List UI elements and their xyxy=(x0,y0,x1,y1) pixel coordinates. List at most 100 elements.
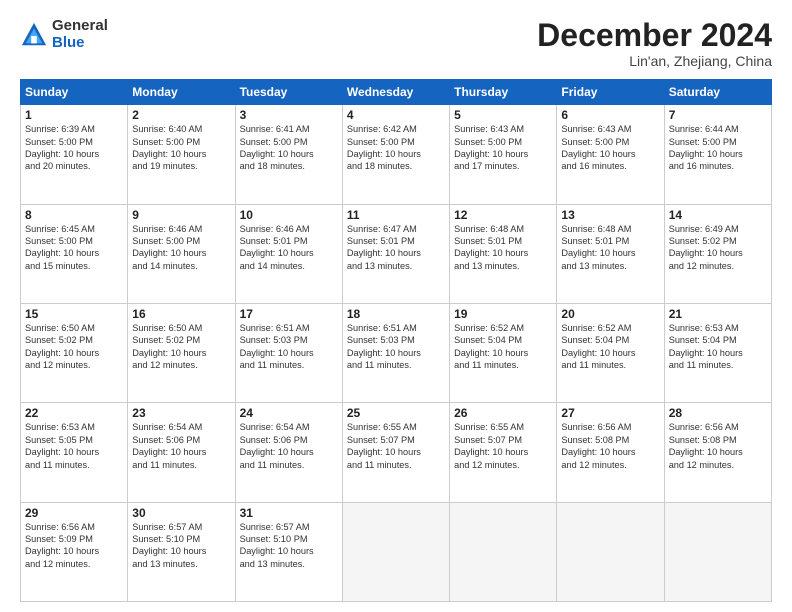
logo-icon xyxy=(20,21,48,49)
day-info: Sunrise: 6:56 AM Sunset: 5:08 PM Dayligh… xyxy=(669,421,767,471)
day-number: 16 xyxy=(132,307,230,321)
day-info: Sunrise: 6:56 AM Sunset: 5:09 PM Dayligh… xyxy=(25,521,123,571)
day-cell: 16Sunrise: 6:50 AM Sunset: 5:02 PM Dayli… xyxy=(128,303,235,402)
day-cell: 19Sunrise: 6:52 AM Sunset: 5:04 PM Dayli… xyxy=(450,303,557,402)
logo-blue: Blue xyxy=(52,34,85,51)
header-saturday: Saturday xyxy=(664,80,771,105)
day-info: Sunrise: 6:57 AM Sunset: 5:10 PM Dayligh… xyxy=(132,521,230,571)
day-info: Sunrise: 6:47 AM Sunset: 5:01 PM Dayligh… xyxy=(347,223,445,273)
day-cell: 28Sunrise: 6:56 AM Sunset: 5:08 PM Dayli… xyxy=(664,403,771,502)
day-number: 11 xyxy=(347,208,445,222)
day-number: 12 xyxy=(454,208,552,222)
location: Lin'an, Zhejiang, China xyxy=(537,53,772,69)
day-info: Sunrise: 6:51 AM Sunset: 5:03 PM Dayligh… xyxy=(240,322,338,372)
day-number: 19 xyxy=(454,307,552,321)
day-cell: 8Sunrise: 6:45 AM Sunset: 5:00 PM Daylig… xyxy=(21,204,128,303)
week-row-4: 22Sunrise: 6:53 AM Sunset: 5:05 PM Dayli… xyxy=(21,403,772,502)
day-cell: 29Sunrise: 6:56 AM Sunset: 5:09 PM Dayli… xyxy=(21,502,128,601)
day-info: Sunrise: 6:53 AM Sunset: 5:04 PM Dayligh… xyxy=(669,322,767,372)
day-info: Sunrise: 6:54 AM Sunset: 5:06 PM Dayligh… xyxy=(132,421,230,471)
day-info: Sunrise: 6:55 AM Sunset: 5:07 PM Dayligh… xyxy=(347,421,445,471)
day-cell: 15Sunrise: 6:50 AM Sunset: 5:02 PM Dayli… xyxy=(21,303,128,402)
day-cell: 18Sunrise: 6:51 AM Sunset: 5:03 PM Dayli… xyxy=(342,303,449,402)
day-cell xyxy=(557,502,664,601)
day-number: 31 xyxy=(240,506,338,520)
day-info: Sunrise: 6:52 AM Sunset: 5:04 PM Dayligh… xyxy=(454,322,552,372)
day-info: Sunrise: 6:43 AM Sunset: 5:00 PM Dayligh… xyxy=(561,123,659,173)
day-number: 10 xyxy=(240,208,338,222)
calendar-header-row: Sunday Monday Tuesday Wednesday Thursday… xyxy=(21,80,772,105)
day-cell: 7Sunrise: 6:44 AM Sunset: 5:00 PM Daylig… xyxy=(664,105,771,204)
day-number: 1 xyxy=(25,108,123,122)
day-number: 26 xyxy=(454,406,552,420)
day-info: Sunrise: 6:49 AM Sunset: 5:02 PM Dayligh… xyxy=(669,223,767,273)
logo-general: General xyxy=(52,17,108,34)
day-info: Sunrise: 6:42 AM Sunset: 5:00 PM Dayligh… xyxy=(347,123,445,173)
day-cell: 9Sunrise: 6:46 AM Sunset: 5:00 PM Daylig… xyxy=(128,204,235,303)
day-info: Sunrise: 6:48 AM Sunset: 5:01 PM Dayligh… xyxy=(454,223,552,273)
header-tuesday: Tuesday xyxy=(235,80,342,105)
day-number: 27 xyxy=(561,406,659,420)
day-info: Sunrise: 6:46 AM Sunset: 5:01 PM Dayligh… xyxy=(240,223,338,273)
day-info: Sunrise: 6:45 AM Sunset: 5:00 PM Dayligh… xyxy=(25,223,123,273)
day-info: Sunrise: 6:39 AM Sunset: 5:00 PM Dayligh… xyxy=(25,123,123,173)
day-info: Sunrise: 6:52 AM Sunset: 5:04 PM Dayligh… xyxy=(561,322,659,372)
day-number: 17 xyxy=(240,307,338,321)
day-cell: 31Sunrise: 6:57 AM Sunset: 5:10 PM Dayli… xyxy=(235,502,342,601)
day-info: Sunrise: 6:43 AM Sunset: 5:00 PM Dayligh… xyxy=(454,123,552,173)
day-number: 6 xyxy=(561,108,659,122)
day-cell: 12Sunrise: 6:48 AM Sunset: 5:01 PM Dayli… xyxy=(450,204,557,303)
day-cell xyxy=(664,502,771,601)
day-info: Sunrise: 6:51 AM Sunset: 5:03 PM Dayligh… xyxy=(347,322,445,372)
day-cell: 22Sunrise: 6:53 AM Sunset: 5:05 PM Dayli… xyxy=(21,403,128,502)
day-info: Sunrise: 6:57 AM Sunset: 5:10 PM Dayligh… xyxy=(240,521,338,571)
day-cell: 30Sunrise: 6:57 AM Sunset: 5:10 PM Dayli… xyxy=(128,502,235,601)
day-cell xyxy=(450,502,557,601)
calendar-table: Sunday Monday Tuesday Wednesday Thursday… xyxy=(20,79,772,602)
day-cell: 27Sunrise: 6:56 AM Sunset: 5:08 PM Dayli… xyxy=(557,403,664,502)
day-cell: 20Sunrise: 6:52 AM Sunset: 5:04 PM Dayli… xyxy=(557,303,664,402)
month-title: December 2024 xyxy=(537,18,772,53)
day-number: 3 xyxy=(240,108,338,122)
day-info: Sunrise: 6:54 AM Sunset: 5:06 PM Dayligh… xyxy=(240,421,338,471)
week-row-5: 29Sunrise: 6:56 AM Sunset: 5:09 PM Dayli… xyxy=(21,502,772,601)
day-info: Sunrise: 6:48 AM Sunset: 5:01 PM Dayligh… xyxy=(561,223,659,273)
day-number: 25 xyxy=(347,406,445,420)
day-cell: 17Sunrise: 6:51 AM Sunset: 5:03 PM Dayli… xyxy=(235,303,342,402)
day-number: 4 xyxy=(347,108,445,122)
day-cell: 21Sunrise: 6:53 AM Sunset: 5:04 PM Dayli… xyxy=(664,303,771,402)
day-cell: 6Sunrise: 6:43 AM Sunset: 5:00 PM Daylig… xyxy=(557,105,664,204)
day-number: 2 xyxy=(132,108,230,122)
header-sunday: Sunday xyxy=(21,80,128,105)
day-number: 24 xyxy=(240,406,338,420)
week-row-3: 15Sunrise: 6:50 AM Sunset: 5:02 PM Dayli… xyxy=(21,303,772,402)
logo-text: General Blue xyxy=(52,18,108,51)
header-monday: Monday xyxy=(128,80,235,105)
day-cell xyxy=(342,502,449,601)
day-cell: 3Sunrise: 6:41 AM Sunset: 5:00 PM Daylig… xyxy=(235,105,342,204)
day-info: Sunrise: 6:56 AM Sunset: 5:08 PM Dayligh… xyxy=(561,421,659,471)
day-info: Sunrise: 6:50 AM Sunset: 5:02 PM Dayligh… xyxy=(132,322,230,372)
day-number: 8 xyxy=(25,208,123,222)
header: General Blue December 2024 Lin'an, Zheji… xyxy=(20,18,772,69)
day-cell: 24Sunrise: 6:54 AM Sunset: 5:06 PM Dayli… xyxy=(235,403,342,502)
day-cell: 2Sunrise: 6:40 AM Sunset: 5:00 PM Daylig… xyxy=(128,105,235,204)
day-number: 28 xyxy=(669,406,767,420)
day-info: Sunrise: 6:40 AM Sunset: 5:00 PM Dayligh… xyxy=(132,123,230,173)
day-cell: 13Sunrise: 6:48 AM Sunset: 5:01 PM Dayli… xyxy=(557,204,664,303)
header-thursday: Thursday xyxy=(450,80,557,105)
week-row-1: 1Sunrise: 6:39 AM Sunset: 5:00 PM Daylig… xyxy=(21,105,772,204)
day-info: Sunrise: 6:41 AM Sunset: 5:00 PM Dayligh… xyxy=(240,123,338,173)
day-cell: 1Sunrise: 6:39 AM Sunset: 5:00 PM Daylig… xyxy=(21,105,128,204)
day-cell: 10Sunrise: 6:46 AM Sunset: 5:01 PM Dayli… xyxy=(235,204,342,303)
day-number: 29 xyxy=(25,506,123,520)
day-info: Sunrise: 6:53 AM Sunset: 5:05 PM Dayligh… xyxy=(25,421,123,471)
header-wednesday: Wednesday xyxy=(342,80,449,105)
day-info: Sunrise: 6:55 AM Sunset: 5:07 PM Dayligh… xyxy=(454,421,552,471)
day-number: 20 xyxy=(561,307,659,321)
logo: General Blue xyxy=(20,18,108,51)
title-block: December 2024 Lin'an, Zhejiang, China xyxy=(537,18,772,69)
day-cell: 14Sunrise: 6:49 AM Sunset: 5:02 PM Dayli… xyxy=(664,204,771,303)
day-cell: 23Sunrise: 6:54 AM Sunset: 5:06 PM Dayli… xyxy=(128,403,235,502)
day-number: 7 xyxy=(669,108,767,122)
